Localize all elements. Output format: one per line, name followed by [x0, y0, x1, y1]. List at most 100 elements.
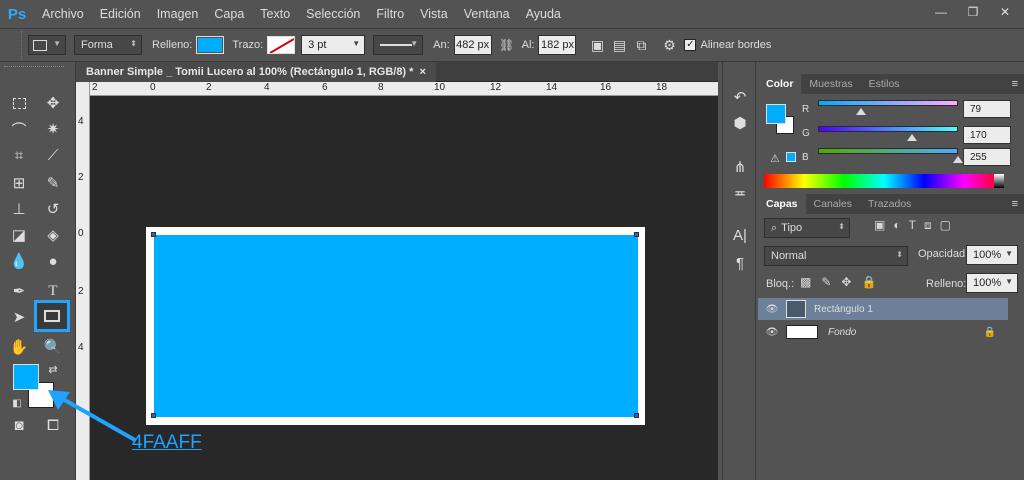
hand-tool-icon[interactable]: ✋: [6, 336, 32, 358]
lock-pixels-icon[interactable]: ✎: [821, 275, 831, 289]
path-operations-icon[interactable]: ▣: [586, 34, 608, 56]
clone-stamp-tool-icon[interactable]: ⊥: [6, 198, 32, 220]
text-filter-icon[interactable]: T: [909, 218, 916, 233]
anchor-point-top-left[interactable]: [151, 232, 156, 237]
anchor-point-top-right[interactable]: [634, 232, 639, 237]
eraser-tool-icon[interactable]: ◪: [6, 224, 32, 246]
eyedropper-tool-icon[interactable]: ⟋: [40, 144, 66, 166]
gear-icon[interactable]: ⚙: [658, 34, 680, 56]
rectangle-shape[interactable]: [154, 235, 638, 417]
panel-menu-icon[interactable]: ≡: [1012, 194, 1024, 214]
crop-tool-icon[interactable]: ⌗: [6, 144, 32, 166]
gamut-warning-icon[interactable]: ⚠: [770, 152, 780, 165]
dodge-tool-icon[interactable]: ●: [40, 250, 66, 272]
eye-icon[interactable]: 👁: [758, 327, 786, 338]
swap-colors-icon[interactable]: ⇄: [40, 358, 66, 380]
move-tool-icon[interactable]: ✥: [40, 92, 66, 114]
stroke-width-field[interactable]: 3 pt ▼: [301, 35, 366, 55]
fill-color-swatch[interactable]: [196, 36, 225, 54]
g-slider-thumb[interactable]: [906, 134, 917, 141]
opacity-field[interactable]: 100% ▼: [966, 245, 1018, 265]
menu-archivo[interactable]: Archivo: [34, 0, 92, 28]
tab-muestras[interactable]: Muestras: [801, 74, 860, 94]
default-colors-icon[interactable]: ◧: [4, 392, 30, 414]
color-spectrum-bar[interactable]: [764, 174, 1004, 188]
lock-position-icon[interactable]: ✥: [841, 275, 851, 289]
b-value-field[interactable]: 255: [963, 148, 1011, 166]
blur-tool-icon[interactable]: 💧: [6, 250, 32, 272]
r-value-field[interactable]: 79: [963, 100, 1011, 118]
menu-ayuda[interactable]: Ayuda: [518, 0, 569, 28]
menu-edicion[interactable]: Edición: [92, 0, 149, 28]
healing-brush-tool-icon[interactable]: ⊞: [6, 172, 32, 194]
brush-panel-icon[interactable]: ⋔: [729, 156, 751, 178]
layer-filter-select[interactable]: ⌕ Tipo ⬍: [764, 218, 850, 238]
width-field[interactable]: 482 px: [453, 35, 492, 55]
b-slider[interactable]: [818, 148, 958, 154]
anchor-point-bottom-left[interactable]: [151, 413, 156, 418]
character-panel-icon[interactable]: A|: [729, 224, 751, 246]
menu-capa[interactable]: Capa: [206, 0, 252, 28]
menu-vista[interactable]: Vista: [412, 0, 456, 28]
foreground-color-swatch[interactable]: [13, 364, 39, 390]
type-tool-icon[interactable]: T: [40, 280, 66, 302]
link-dimensions-icon[interactable]: ⛓: [496, 34, 518, 56]
shape-mode-select[interactable]: Forma ⬍: [74, 35, 142, 55]
shape-filter-icon[interactable]: ⧈: [924, 218, 932, 233]
blend-mode-select[interactable]: Normal ⬍: [764, 246, 908, 266]
path-selection-tool-icon[interactable]: ➤: [6, 306, 32, 328]
smart-object-filter-icon[interactable]: ▢: [940, 218, 951, 233]
history-panel-icon[interactable]: ↶: [729, 86, 751, 108]
tab-estilos[interactable]: Estilos: [861, 74, 908, 94]
menu-filtro[interactable]: Filtro: [368, 0, 412, 28]
tab-capas[interactable]: Capas: [758, 194, 806, 214]
quick-mask-icon[interactable]: ◙: [6, 414, 32, 436]
stroke-color-swatch[interactable]: [267, 36, 296, 54]
r-slider[interactable]: [818, 100, 958, 106]
minimize-button[interactable]: —: [928, 3, 954, 20]
g-slider[interactable]: [818, 126, 958, 132]
paint-bucket-tool-icon[interactable]: ◈: [40, 224, 66, 246]
tab-color[interactable]: Color: [758, 74, 802, 94]
spectrum-bw-ramp[interactable]: [994, 174, 1004, 188]
layer-row[interactable]: 👁 Rectángulo 1: [758, 298, 1008, 320]
lock-transparent-icon[interactable]: ▩: [800, 275, 811, 289]
anchor-point-bottom-right[interactable]: [634, 413, 639, 418]
image-filter-icon[interactable]: ▣: [874, 218, 885, 233]
stroke-style-select[interactable]: ▼: [373, 35, 424, 55]
color-panel-fg-swatch[interactable]: [766, 104, 786, 124]
r-slider-thumb[interactable]: [856, 108, 867, 115]
close-button[interactable]: ✕: [992, 3, 1018, 20]
menu-ventana[interactable]: Ventana: [456, 0, 518, 28]
3d-panel-icon[interactable]: ⬢: [729, 112, 751, 134]
document-tab-close[interactable]: ×: [419, 62, 425, 82]
rectangle-tool-icon[interactable]: [34, 300, 70, 332]
adjustment-filter-icon[interactable]: ◐: [893, 218, 900, 233]
menu-imagen[interactable]: Imagen: [149, 0, 207, 28]
paragraph-panel-icon[interactable]: ¶: [729, 252, 751, 274]
lasso-tool-icon[interactable]: ⌒: [6, 118, 32, 140]
g-value-field[interactable]: 170: [963, 126, 1011, 144]
tab-canales[interactable]: Canales: [806, 194, 861, 214]
lock-all-icon[interactable]: 🔒: [861, 275, 876, 289]
magic-wand-tool-icon[interactable]: ✷: [40, 118, 66, 140]
zoom-tool-icon[interactable]: 🔍: [40, 336, 66, 358]
layer-row[interactable]: 👁 Fondo 🔒: [758, 321, 1008, 343]
eye-icon[interactable]: 👁: [758, 304, 786, 315]
panel-menu-icon[interactable]: ≡: [1012, 74, 1024, 94]
brush-presets-icon[interactable]: ≖: [729, 182, 751, 204]
gamut-swatch[interactable]: [786, 152, 796, 162]
fill-opacity-field[interactable]: 100% ▼: [966, 273, 1018, 293]
b-slider-thumb[interactable]: [953, 156, 963, 163]
marquee-tool-icon[interactable]: [6, 92, 32, 114]
menu-seleccion[interactable]: Selección: [298, 0, 368, 28]
pen-tool-icon[interactable]: ✒: [6, 280, 32, 302]
history-brush-tool-icon[interactable]: ↺: [40, 198, 66, 220]
align-edges-checkbox[interactable]: ✓: [684, 39, 697, 51]
menu-texto[interactable]: Texto: [252, 0, 298, 28]
path-alignment-icon[interactable]: ▤: [608, 34, 630, 56]
brush-tool-icon[interactable]: ✎: [40, 172, 66, 194]
tab-trazados[interactable]: Trazados: [860, 194, 919, 214]
document-tab[interactable]: Banner Simple _ Tomii Lucero al 100% (Re…: [76, 62, 436, 82]
path-arrangement-icon[interactable]: ⧉: [630, 34, 652, 56]
